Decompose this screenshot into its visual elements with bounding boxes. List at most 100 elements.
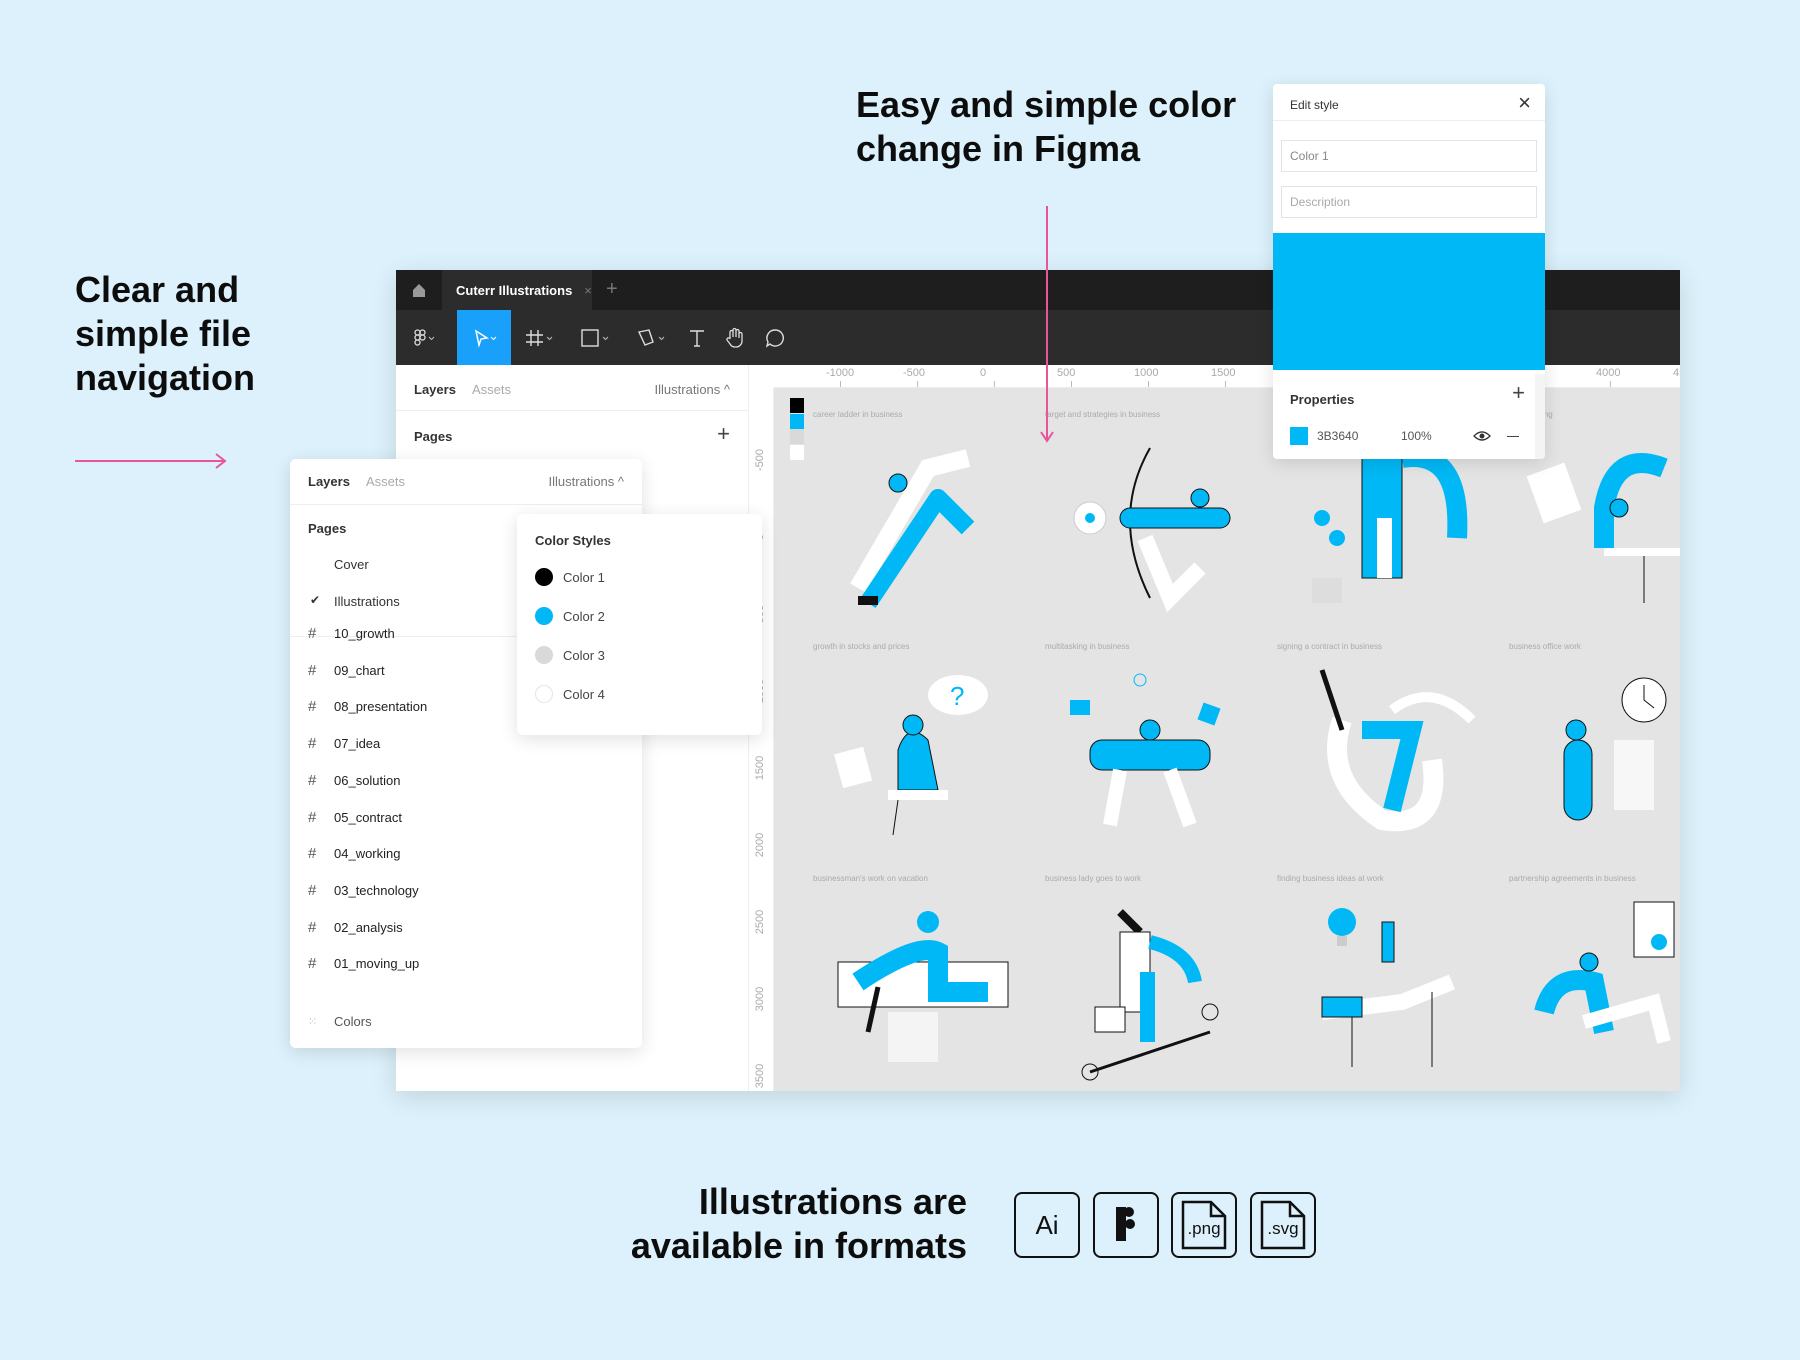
color-style-item[interactable]: Color 4 [535,685,605,703]
opacity-value[interactable]: 100% [1401,429,1432,443]
illustration[interactable] [818,428,1018,618]
move-tool-icon[interactable] [457,310,511,365]
format-ai-icon: Ai [1014,1192,1080,1258]
headline-line: Illustrations are [698,1181,967,1222]
layer-frame[interactable]: #05_contract [308,809,402,826]
ruler-tick-label: 1000 [1134,367,1159,379]
layer-frame[interactable]: #03_technology [308,882,419,899]
illustration-label: business lady goes to work [1045,874,1142,883]
dashed-frame-icon: ⁙ [308,1016,317,1028]
ruler-tick [1148,381,1149,387]
layer-frame[interactable]: #09_chart [308,662,385,679]
close-icon[interactable]: × [1518,90,1531,116]
illustration-label: career ladder in business [813,410,903,419]
color-style-item[interactable]: Color 1 [535,568,605,586]
illustration[interactable] [1282,892,1482,1082]
ruler-left: -5000500100015002000250030003500 [749,388,774,1091]
illustration[interactable] [1050,660,1250,850]
add-property-plus-icon[interactable]: + [1512,380,1525,406]
layer-frame[interactable]: #10_growth [308,625,395,642]
illustration[interactable] [1282,660,1482,850]
page-item-cover[interactable]: Cover [334,557,369,572]
properties-label: Properties [1290,392,1355,407]
rectangle-tool-icon[interactable] [576,310,616,365]
style-description-input[interactable]: Description [1281,186,1537,218]
illustration-label: signing a contract in business [1277,642,1382,651]
plus-icon[interactable]: + [606,278,618,301]
close-icon[interactable]: × [584,283,592,298]
divider [396,410,748,411]
tab-layers[interactable]: Layers [308,474,350,489]
illustration[interactable] [1514,660,1680,850]
eye-icon[interactable] [1473,429,1491,443]
page-select[interactable]: Illustrations ^ [549,474,624,489]
illustration-label: growth in stocks and prices [813,642,910,651]
color-style-label: Color 4 [563,686,605,702]
illustration-label: multitasking in business [1045,642,1130,651]
figma-menu-icon[interactable] [404,310,444,365]
page-item-illustrations[interactable]: Illustrations [334,594,400,609]
headline-line: available in formats [630,1225,967,1266]
frame-hash-icon: # [308,698,317,716]
illustration[interactable] [818,892,1018,1082]
color-swatch [790,413,804,429]
frame-hash-icon: # [308,808,317,826]
color-swatch [790,444,804,460]
layer-name: 07_idea [334,736,381,752]
layer-frame[interactable]: #08_presentation [308,698,427,715]
tab-cuterr-illustrations[interactable]: Cuterr Illustrations × [442,270,592,310]
pen-tool-icon[interactable] [632,310,672,365]
frame-hash-icon: # [308,845,317,863]
remove-property-minus-icon[interactable] [1507,436,1519,437]
canvas[interactable]: career ladder in business target and stra… [774,388,1680,1091]
ruler-tick [994,381,995,387]
ruler-tick-label: -500 [903,367,926,379]
hex-value[interactable]: 3B3640 [1317,429,1358,443]
ruler-tick-label: 1500 [754,755,766,781]
style-name-input[interactable]: Color 1 [1281,140,1537,172]
layer-frame[interactable]: #01_moving_up [308,955,419,972]
tab-assets[interactable]: Assets [366,474,405,489]
add-page-plus-icon[interactable]: + [717,421,730,447]
headline-line: simple file [75,313,252,354]
hand-tool-icon[interactable] [718,310,752,365]
color-style-label: Color 3 [563,647,605,663]
layer-name: 03_technology [334,882,419,898]
color-style-item[interactable]: Color 3 [535,646,605,664]
ruler-tick [1071,381,1072,387]
text-tool-icon[interactable] [682,310,712,365]
tab-title: Cuterr Illustrations [456,282,573,298]
layer-name: 05_contract [334,809,402,825]
color-style-label: Color 2 [563,608,605,624]
illustration[interactable]: ? [818,660,1018,850]
color-style-item[interactable]: Color 2 [535,607,605,625]
edit-style-panel: Edit style × Color 1 Description Propert… [1273,84,1545,459]
illustration-label: partnership agreements in business [1509,874,1636,883]
illustration-label: finding business ideas at work [1277,874,1384,883]
layer-colors[interactable]: ⁙ Colors [308,1014,372,1029]
frame-tool-icon[interactable] [520,310,560,365]
layer-frame[interactable]: #06_solution [308,772,401,789]
comment-tool-icon[interactable] [758,310,792,365]
layer-frame[interactable]: #02_analysis [308,919,403,936]
headline-line: Easy and simple color [856,84,1237,125]
illustration[interactable] [1050,428,1250,618]
format-png-icon: .png [1171,1192,1237,1258]
illustration[interactable] [1050,892,1250,1082]
illustration-label: target and strategies in business [1045,410,1161,419]
frame-hash-icon: # [308,661,317,679]
ruler-tick-label: 3500 [754,1063,766,1089]
tab-layers[interactable]: Layers [414,382,456,397]
headline-formats: Illustrations are available in formats [631,1180,967,1268]
fill-swatch[interactable] [1290,427,1308,445]
layer-name: 02_analysis [334,919,403,935]
layer-frame[interactable]: #07_idea [308,735,380,752]
page-select[interactable]: Illustrations ^ [655,382,730,397]
tab-assets[interactable]: Assets [472,382,511,397]
home-icon[interactable] [396,270,442,310]
layer-frame[interactable]: #04_working [308,845,401,862]
illustration[interactable] [1514,892,1680,1082]
frame-hash-icon: # [308,625,317,642]
scrollbar[interactable] [1535,374,1545,459]
illustration-label: business office work [1509,642,1581,651]
